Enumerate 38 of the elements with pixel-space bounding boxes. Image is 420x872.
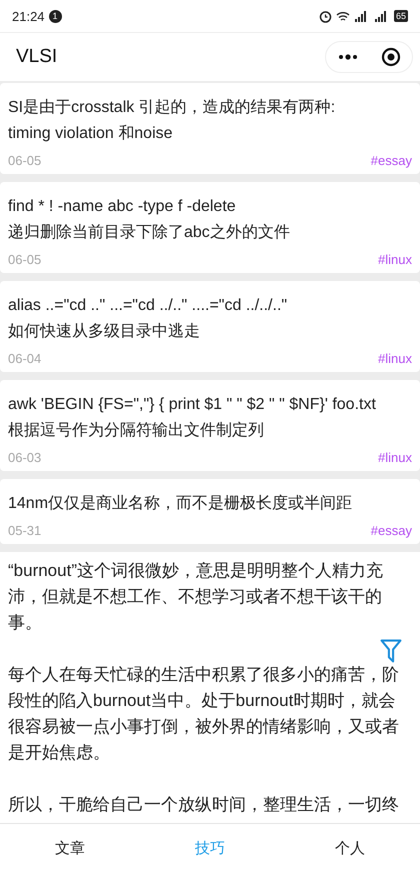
post-text: awk 'BEGIN {FS=","} { print $1 " " $2 " " $NF}' foo.txt [8, 395, 377, 415]
post-tag[interactable]: #essay [370, 153, 412, 168]
more-button[interactable] [338, 54, 358, 60]
post-text: 14nm仅仅是商业名称，而不是栅极长度或半间距 [8, 494, 354, 514]
battery-level: 65 [394, 10, 408, 22]
post-tag[interactable]: #linux [378, 252, 412, 267]
post-text: alias ..="cd .." ...="cd ../.." ....="cd ../../.." [8, 296, 288, 316]
page-title: VLSI [16, 46, 58, 68]
alarm-icon [318, 10, 332, 22]
post-date: 06-05 [8, 252, 42, 267]
post-tag[interactable]: #linux [378, 351, 412, 366]
tab[interactable]: 文章 [0, 824, 140, 872]
close-button[interactable] [380, 47, 400, 67]
essay-paragraph: “burnout”这个词很微妙，意思是明明整个人精力充沛，但就是不想工作、不想学习或者不想干该干的事。 [8, 560, 384, 634]
post-text: timing violation 和noise [8, 124, 174, 144]
post-date: 06-03 [8, 450, 42, 465]
tab[interactable]: 个人 [280, 824, 420, 872]
post-date: 06-05 [8, 153, 42, 168]
post-card[interactable]: 14nm仅仅是商业名称，而不是栅极长度或半间距 05-31 #essay [0, 479, 420, 544]
post-text: 如何快速从多级目录中逃走 [8, 322, 201, 342]
post-tag[interactable]: #essay [370, 523, 412, 538]
post-tag[interactable]: #linux [378, 450, 412, 465]
post-card[interactable]: awk 'BEGIN {FS=","} { print $1 " " $2 " " $NF}' foo.txt 根据逗号作为分隔符输出文件制定列 06-03 #linux [0, 380, 420, 471]
status-time: 21:24 [12, 8, 45, 24]
essay-paragraph: 每个人在每天忙碌的生活中积累了很多小的痛苦，阶段性的陷入burnout当中。处于burnout时期时，就会很容易被一点小事打倒，被外界的情绪影响，又或者是开始焦虑。 [8, 664, 400, 764]
post-text: find * ! -name abc -type f -delete [8, 197, 237, 217]
post-date: 06-04 [8, 351, 42, 366]
filter-icon[interactable] [380, 639, 402, 663]
wifi-icon [336, 10, 350, 22]
post-card[interactable]: alias ..="cd .." ...="cd ../.." ....="cd ../../.." 如何快速从多级目录中逃走 06-04 #linux [0, 281, 420, 372]
post-card[interactable]: SI是由于crosstalk 引起的，造成的结果有两种: timing violation 和noise 06-05 #essay [0, 83, 420, 174]
post-text: 递归删除当前目录下除了abc之外的文件 [8, 222, 291, 243]
notification-badge: 1 [48, 10, 62, 22]
post-text: 根据逗号作为分隔符输出文件制定列 [8, 420, 265, 441]
essay-paragraph: 所以，干脆给自己一个放纵时间，整理生活，一切终 [8, 794, 400, 816]
post-text: SI是由于crosstalk 引起的，造成的结果有两种: [8, 98, 336, 118]
post-card[interactable]: find * ! -name abc -type f -delete 递归删除当前目录下除了abc之外的文件 06-05 #linux [0, 182, 420, 273]
post-date: 05-31 [8, 523, 42, 538]
